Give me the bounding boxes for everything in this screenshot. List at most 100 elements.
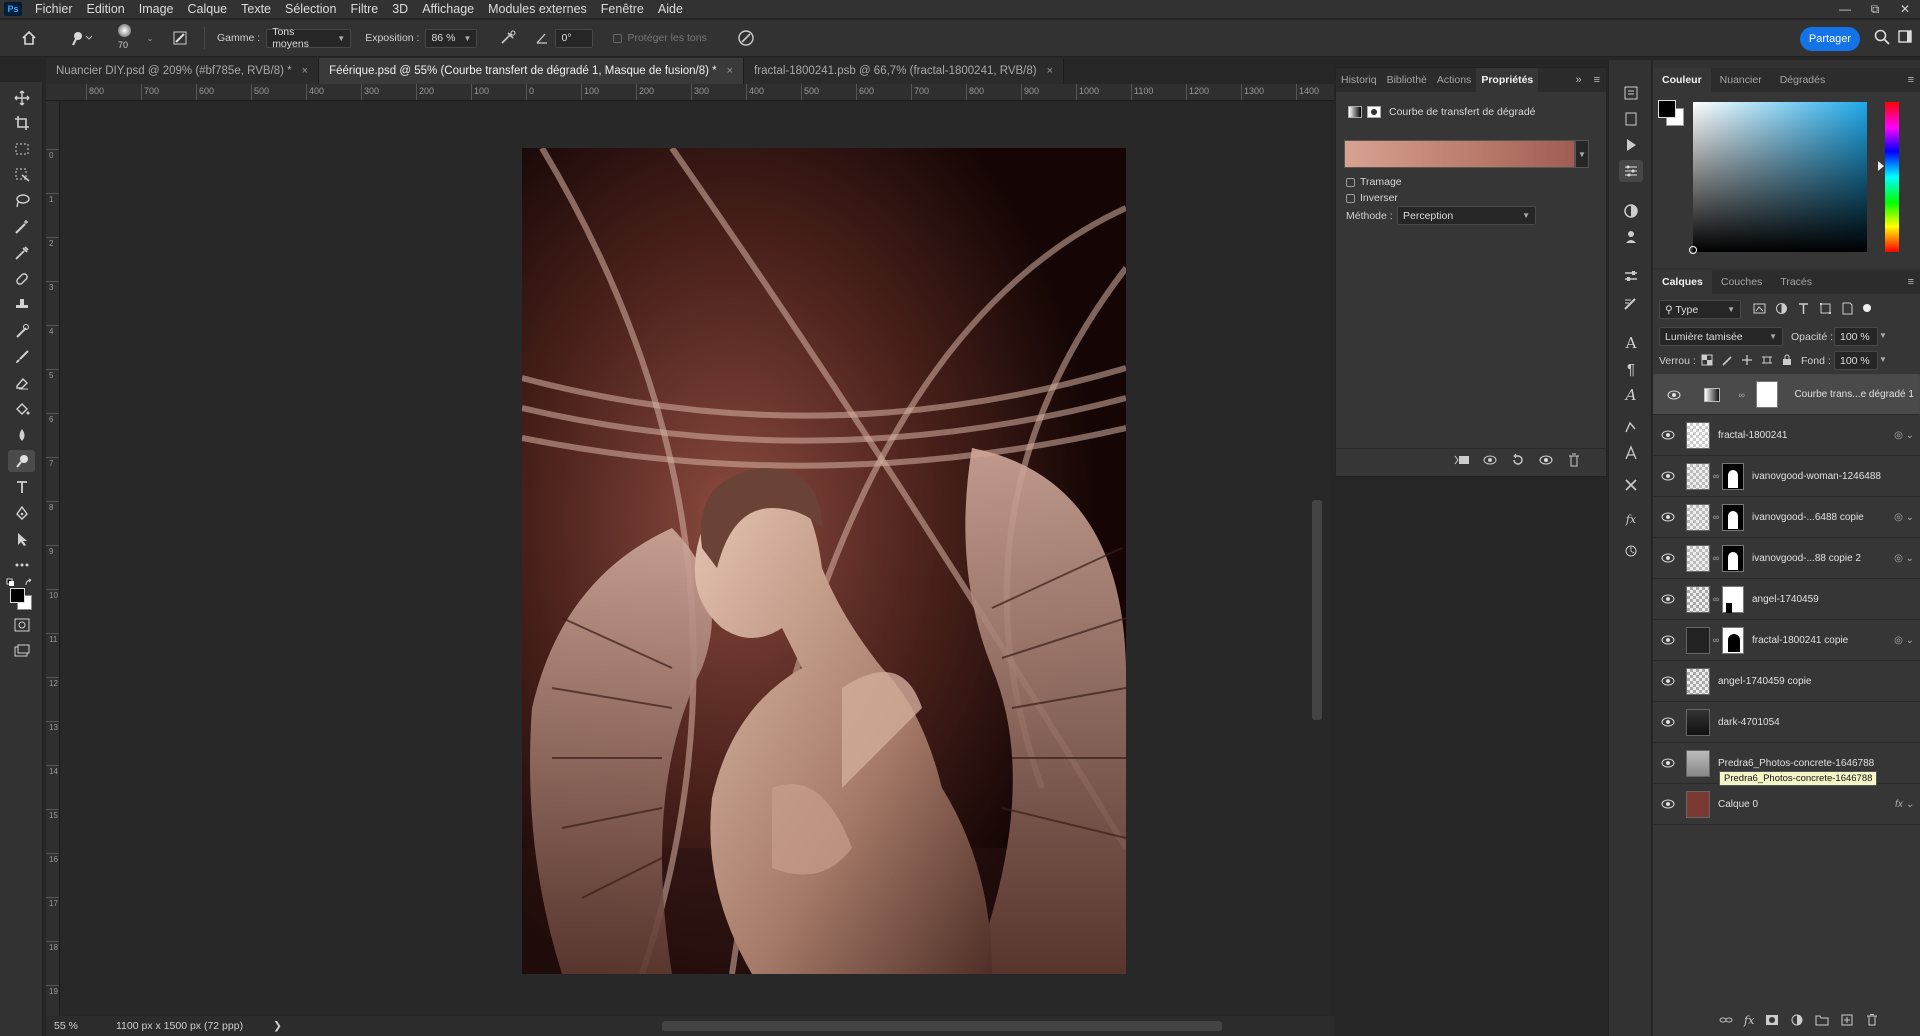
eye-icon[interactable] xyxy=(1653,676,1683,686)
trash-icon[interactable] xyxy=(1566,453,1582,467)
airbrush-icon[interactable] xyxy=(493,30,523,46)
eye-icon[interactable] xyxy=(1653,758,1683,768)
fg-color-chip[interactable] xyxy=(1658,100,1676,118)
add-mask-icon[interactable] xyxy=(1765,1014,1779,1027)
filter-adjustment-icon[interactable] xyxy=(1775,302,1788,315)
lock-all-icon[interactable] xyxy=(1781,354,1793,366)
menu-calque[interactable]: Calque xyxy=(181,0,235,18)
layer-name[interactable]: ivanovgood-...6488 copie xyxy=(1752,512,1864,523)
burn-tool-icon[interactable] xyxy=(8,450,35,472)
paragraph-panel-icon[interactable]: ¶ xyxy=(1619,358,1643,380)
link-icon[interactable]: ∞ xyxy=(1710,635,1722,645)
visibility-icon[interactable] xyxy=(1538,453,1554,467)
link-icon[interactable]: ∞ xyxy=(1736,390,1748,400)
brush-size-picker[interactable]: 70 xyxy=(108,21,142,55)
marquee-tool-icon[interactable] xyxy=(8,138,35,160)
close-button[interactable]: ✕ xyxy=(1890,0,1920,18)
angle-input[interactable]: 0° xyxy=(555,28,594,48)
close-icon[interactable]: × xyxy=(1047,65,1053,77)
layer-name[interactable]: fractal-1800241 xyxy=(1718,430,1788,441)
tab-fractal[interactable]: fractal-1800241.psb @ 66,7% (fractal-180… xyxy=(744,58,1065,84)
layer-thumbnail[interactable] xyxy=(1686,585,1710,613)
layer-row[interactable]: ∞ ivanovgood-...88 copie 2 ◎ ⌄ xyxy=(1653,538,1920,579)
layer-name[interactable]: ivanovgood-woman-1246488 xyxy=(1752,471,1881,482)
gradient-chevron-icon[interactable]: ▼ xyxy=(1575,140,1589,168)
eye-icon[interactable] xyxy=(1653,717,1683,727)
method-select[interactable]: Perception ▼ xyxy=(1397,206,1536,225)
blend-mode-select[interactable]: Lumière tamisée ▼ xyxy=(1659,327,1783,346)
layer-mask-thumbnail[interactable] xyxy=(1756,381,1779,408)
move-tool-icon[interactable] xyxy=(8,87,35,109)
tab-nuancier[interactable]: Nuancier xyxy=(1711,68,1771,92)
new-adjustment-icon[interactable] xyxy=(1790,1014,1804,1027)
tab-nuancier-diy[interactable]: Nuancier DIY.psd @ 209% (#bf785e, RVB/8)… xyxy=(46,58,320,84)
tab-couleur[interactable]: Couleur xyxy=(1653,68,1711,92)
stamp-tool-icon[interactable] xyxy=(8,294,35,316)
layer-filter-select[interactable]: ⚲ Type ▼ xyxy=(1659,300,1741,319)
menu-selection[interactable]: Sélection xyxy=(278,0,343,18)
tools-panel-icon[interactable] xyxy=(1619,474,1643,496)
eye-icon[interactable] xyxy=(1653,512,1683,522)
tab-bibliotheques[interactable]: Bibliothè xyxy=(1382,68,1432,92)
link-icon[interactable]: ∞ xyxy=(1710,471,1722,481)
workspace-icon[interactable] xyxy=(1898,29,1916,45)
brush-chevron-icon[interactable]: ⌄ xyxy=(142,34,158,43)
status-menu-arrow[interactable]: ❯ xyxy=(273,1020,282,1032)
filter-type-icon[interactable] xyxy=(1797,302,1810,315)
eyedropper-tool-icon[interactable] xyxy=(8,242,35,264)
minimize-button[interactable]: — xyxy=(1830,0,1860,18)
tab-historique[interactable]: Historiq xyxy=(1336,68,1382,92)
layer-thumbnail[interactable] xyxy=(1686,503,1710,531)
close-icon[interactable]: × xyxy=(302,65,308,77)
exposure-input[interactable]: 86 % ▼ xyxy=(425,28,478,48)
add-style-icon[interactable]: fx xyxy=(1744,1014,1754,1027)
blur-tool-icon[interactable] xyxy=(8,424,35,446)
search-icon[interactable] xyxy=(1874,29,1890,45)
layer-row[interactable]: ∞ fractal-1800241 copie ◎ ⌄ xyxy=(1653,620,1920,661)
fx-icon[interactable]: fx ⌄ xyxy=(1895,799,1914,810)
layer-row[interactable]: ∞ ivanovgood-...6488 copie ◎ ⌄ xyxy=(1653,497,1920,538)
character-styles-icon[interactable] xyxy=(1619,442,1643,464)
opacity-input[interactable]: 100 % xyxy=(1834,327,1878,346)
layer-row[interactable]: fractal-1800241 ◎ ⌄ xyxy=(1653,415,1920,456)
color-picker-cursor[interactable] xyxy=(1689,246,1697,254)
eye-icon[interactable] xyxy=(1653,430,1683,440)
filter-toggle[interactable] xyxy=(1863,304,1871,312)
new-layer-icon[interactable] xyxy=(1840,1014,1854,1027)
panel-menu-icon[interactable]: ≡ xyxy=(1902,74,1920,86)
menu-fenetre[interactable]: Fenêtre xyxy=(594,0,651,18)
clip-to-layer-icon[interactable] xyxy=(1454,453,1470,467)
layer-name[interactable]: ivanovgood-...88 copie 2 xyxy=(1752,553,1861,564)
filter-shape-icon[interactable] xyxy=(1819,302,1832,315)
eye-icon[interactable] xyxy=(1653,553,1683,563)
layer-name[interactable]: angel-1740459 xyxy=(1752,594,1819,605)
default-colors-icon[interactable] xyxy=(6,578,36,588)
tab-degrades[interactable]: Dégradés xyxy=(1771,68,1835,92)
layer-thumbnail[interactable] xyxy=(1686,462,1710,490)
layer-thumbnail[interactable] xyxy=(1686,626,1710,654)
document-artwork[interactable] xyxy=(522,148,1126,974)
lock-transparency-icon[interactable] xyxy=(1701,354,1713,366)
paint-bucket-tool-icon[interactable] xyxy=(8,398,35,420)
eye-icon[interactable] xyxy=(1653,594,1683,604)
link-icon[interactable]: ∞ xyxy=(1710,594,1722,604)
eye-icon[interactable] xyxy=(1653,471,1683,481)
mask-icon[interactable] xyxy=(1367,106,1381,118)
layer-thumbnail[interactable] xyxy=(1686,708,1710,736)
layer-thumbnail[interactable] xyxy=(1686,421,1710,449)
lock-position-icon[interactable] xyxy=(1741,354,1753,366)
pressure-size-icon[interactable] xyxy=(731,29,761,47)
libraries-panel-icon[interactable] xyxy=(1619,108,1643,130)
layer-row[interactable]: ∞ angel-1740459 xyxy=(1653,579,1920,620)
share-button[interactable]: Partager xyxy=(1800,27,1860,51)
layer-name[interactable]: Calque 0 xyxy=(1718,799,1758,810)
restore-button[interactable]: ⧉ xyxy=(1860,0,1890,18)
reverse-checkbox[interactable]: Inverser xyxy=(1346,192,1398,204)
brush-tool-icon[interactable] xyxy=(8,346,35,368)
brush-settings-icon[interactable] xyxy=(168,30,192,46)
layer-thumbnail[interactable] xyxy=(1686,749,1710,777)
swatches-panel-icon[interactable] xyxy=(1619,226,1643,248)
layer-mask-thumbnail[interactable] xyxy=(1722,585,1744,613)
range-select[interactable]: Tons moyens ▼ xyxy=(266,26,352,50)
menu-texte[interactable]: Texte xyxy=(234,0,278,18)
